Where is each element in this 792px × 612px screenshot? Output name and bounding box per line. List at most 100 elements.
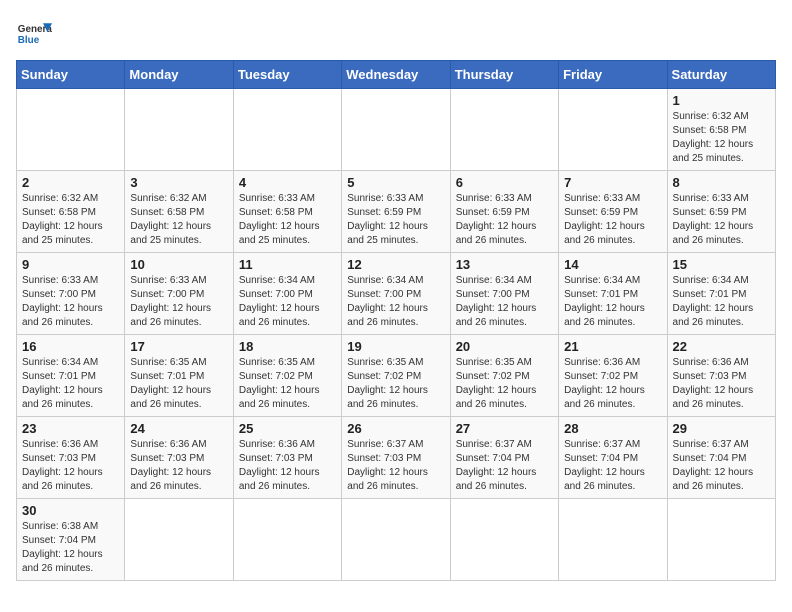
day-info: Sunrise: 6:36 AM Sunset: 7:03 PM Dayligh… [239, 438, 336, 494]
calendar-cell: 8Sunrise: 6:33 AM Sunset: 6:59 PM Daylig… [667, 171, 775, 253]
day-info: Sunrise: 6:32 AM Sunset: 6:58 PM Dayligh… [22, 192, 119, 248]
day-info: Sunrise: 6:36 AM Sunset: 7:03 PM Dayligh… [673, 356, 770, 412]
weekday-header-sunday: Sunday [17, 61, 125, 89]
calendar-table: SundayMondayTuesdayWednesdayThursdayFrid… [16, 60, 776, 581]
day-info: Sunrise: 6:36 AM Sunset: 7:03 PM Dayligh… [130, 438, 227, 494]
day-number: 27 [456, 421, 553, 436]
day-number: 7 [564, 175, 661, 190]
calendar-cell: 10 Sunrise: 6:33 AM Sunset: 7:00 PM Dayli… [125, 253, 233, 335]
day-info: Sunrise: 6:34 AM Sunset: 7:01 PM Dayligh… [564, 274, 661, 330]
calendar-cell: 4Sunrise: 6:33 AM Sunset: 6:58 PM Daylig… [233, 171, 341, 253]
day-number: 25 [239, 421, 336, 436]
day-number: 12 [347, 257, 444, 272]
day-number: 5 [347, 175, 444, 190]
calendar-week-0: 1 Sunrise: 6:32 AM Sunset: 6:58 PM Daylig… [17, 89, 776, 171]
day-info: Sunrise: 6:36 AM Sunset: 7:03 PM Dayligh… [22, 438, 119, 494]
calendar-cell: 18 Sunrise: 6:35 AM Sunset: 7:02 PM Dayli… [233, 335, 341, 417]
weekday-header-thursday: Thursday [450, 61, 558, 89]
weekday-header-friday: Friday [559, 61, 667, 89]
day-number: 11 [239, 257, 336, 272]
day-number: 20 [456, 339, 553, 354]
calendar-week-1: 2 Sunrise: 6:32 AM Sunset: 6:58 PM Daylig… [17, 171, 776, 253]
day-number: 15 [673, 257, 770, 272]
day-number: 14 [564, 257, 661, 272]
day-number: 6 [456, 175, 553, 190]
calendar-cell [667, 499, 775, 581]
day-info: Sunrise: 6:32 AM Sunset: 6:58 PM Dayligh… [673, 110, 770, 166]
calendar-header: SundayMondayTuesdayWednesdayThursdayFrid… [17, 61, 776, 89]
calendar-cell: 25 Sunrise: 6:36 AM Sunset: 7:03 PM Dayli… [233, 417, 341, 499]
calendar-cell [233, 499, 341, 581]
calendar-cell: 29 Sunrise: 6:37 AM Sunset: 7:04 PM Dayli… [667, 417, 775, 499]
calendar-cell [450, 89, 558, 171]
day-info: Sunrise: 6:34 AM Sunset: 7:01 PM Dayligh… [673, 274, 770, 330]
calendar-cell [450, 499, 558, 581]
calendar-cell: 21 Sunrise: 6:36 AM Sunset: 7:02 PM Dayli… [559, 335, 667, 417]
calendar-cell: 14 Sunrise: 6:34 AM Sunset: 7:01 PM Dayli… [559, 253, 667, 335]
calendar-cell: 6 Sunrise: 6:33 AM Sunset: 6:59 PM Daylig… [450, 171, 558, 253]
calendar-cell: 20 Sunrise: 6:35 AM Sunset: 7:02 PM Dayli… [450, 335, 558, 417]
day-info: Sunrise: 6:35 AM Sunset: 7:02 PM Dayligh… [456, 356, 553, 412]
day-info: Sunrise: 6:35 AM Sunset: 7:02 PM Dayligh… [239, 356, 336, 412]
day-info: Sunrise: 6:35 AM Sunset: 7:02 PM Dayligh… [347, 356, 444, 412]
day-info: Sunrise: 6:33 AM Sunset: 6:58 PM Dayligh… [239, 192, 336, 248]
day-number: 3 [130, 175, 227, 190]
day-info: Sunrise: 6:35 AM Sunset: 7:01 PM Dayligh… [130, 356, 227, 412]
day-info: Sunrise: 6:32 AM Sunset: 6:58 PM Dayligh… [130, 192, 227, 248]
calendar-cell: 26Sunrise: 6:37 AM Sunset: 7:03 PM Dayli… [342, 417, 450, 499]
calendar-cell: 1 Sunrise: 6:32 AM Sunset: 6:58 PM Daylig… [667, 89, 775, 171]
day-number: 1 [673, 93, 770, 108]
calendar-cell [342, 499, 450, 581]
calendar-week-4: 23 Sunrise: 6:36 AM Sunset: 7:03 PM Dayli… [17, 417, 776, 499]
calendar-cell: 17 Sunrise: 6:35 AM Sunset: 7:01 PM Dayli… [125, 335, 233, 417]
day-number: 24 [130, 421, 227, 436]
weekday-header-wednesday: Wednesday [342, 61, 450, 89]
day-info: Sunrise: 6:33 AM Sunset: 7:00 PM Dayligh… [130, 274, 227, 330]
calendar-cell: 28Sunrise: 6:37 AM Sunset: 7:04 PM Dayli… [559, 417, 667, 499]
day-info: Sunrise: 6:37 AM Sunset: 7:04 PM Dayligh… [456, 438, 553, 494]
day-number: 9 [22, 257, 119, 272]
calendar-cell: 11 Sunrise: 6:34 AM Sunset: 7:00 PM Dayli… [233, 253, 341, 335]
day-info: Sunrise: 6:34 AM Sunset: 7:00 PM Dayligh… [239, 274, 336, 330]
calendar-cell: 15 Sunrise: 6:34 AM Sunset: 7:01 PM Dayli… [667, 253, 775, 335]
day-number: 2 [22, 175, 119, 190]
weekday-header-tuesday: Tuesday [233, 61, 341, 89]
day-info: Sunrise: 6:37 AM Sunset: 7:04 PM Dayligh… [673, 438, 770, 494]
day-number: 17 [130, 339, 227, 354]
day-info: Sunrise: 6:33 AM Sunset: 6:59 PM Dayligh… [347, 192, 444, 248]
calendar-cell: 13 Sunrise: 6:34 AM Sunset: 7:00 PM Dayli… [450, 253, 558, 335]
header: General Blue [16, 16, 776, 52]
day-number: 16 [22, 339, 119, 354]
svg-text:Blue: Blue [18, 35, 40, 46]
day-number: 21 [564, 339, 661, 354]
day-number: 10 [130, 257, 227, 272]
day-info: Sunrise: 6:36 AM Sunset: 7:02 PM Dayligh… [564, 356, 661, 412]
logo: General Blue [16, 16, 56, 52]
calendar-cell: 24 Sunrise: 6:36 AM Sunset: 7:03 PM Dayli… [125, 417, 233, 499]
day-info: Sunrise: 6:34 AM Sunset: 7:00 PM Dayligh… [456, 274, 553, 330]
calendar-cell [559, 499, 667, 581]
calendar-cell [233, 89, 341, 171]
calendar-cell: 30 Sunrise: 6:38 AM Sunset: 7:04 PM Dayli… [17, 499, 125, 581]
day-info: Sunrise: 6:33 AM Sunset: 6:59 PM Dayligh… [673, 192, 770, 248]
day-number: 29 [673, 421, 770, 436]
calendar-cell [125, 499, 233, 581]
day-info: Sunrise: 6:33 AM Sunset: 6:59 PM Dayligh… [456, 192, 553, 248]
day-number: 19 [347, 339, 444, 354]
calendar-cell [559, 89, 667, 171]
calendar-cell: 7Sunrise: 6:33 AM Sunset: 6:59 PM Daylig… [559, 171, 667, 253]
day-info: Sunrise: 6:37 AM Sunset: 7:03 PM Dayligh… [347, 438, 444, 494]
day-number: 18 [239, 339, 336, 354]
day-number: 30 [22, 503, 119, 518]
day-info: Sunrise: 6:34 AM Sunset: 7:01 PM Dayligh… [22, 356, 119, 412]
calendar-cell: 2 Sunrise: 6:32 AM Sunset: 6:58 PM Daylig… [17, 171, 125, 253]
day-info: Sunrise: 6:34 AM Sunset: 7:00 PM Dayligh… [347, 274, 444, 330]
day-number: 13 [456, 257, 553, 272]
calendar-cell [17, 89, 125, 171]
logo-icon: General Blue [16, 16, 52, 52]
weekday-header-monday: Monday [125, 61, 233, 89]
day-info: Sunrise: 6:38 AM Sunset: 7:04 PM Dayligh… [22, 520, 119, 576]
calendar-week-3: 16 Sunrise: 6:34 AM Sunset: 7:01 PM Dayli… [17, 335, 776, 417]
day-info: Sunrise: 6:37 AM Sunset: 7:04 PM Dayligh… [564, 438, 661, 494]
day-number: 23 [22, 421, 119, 436]
